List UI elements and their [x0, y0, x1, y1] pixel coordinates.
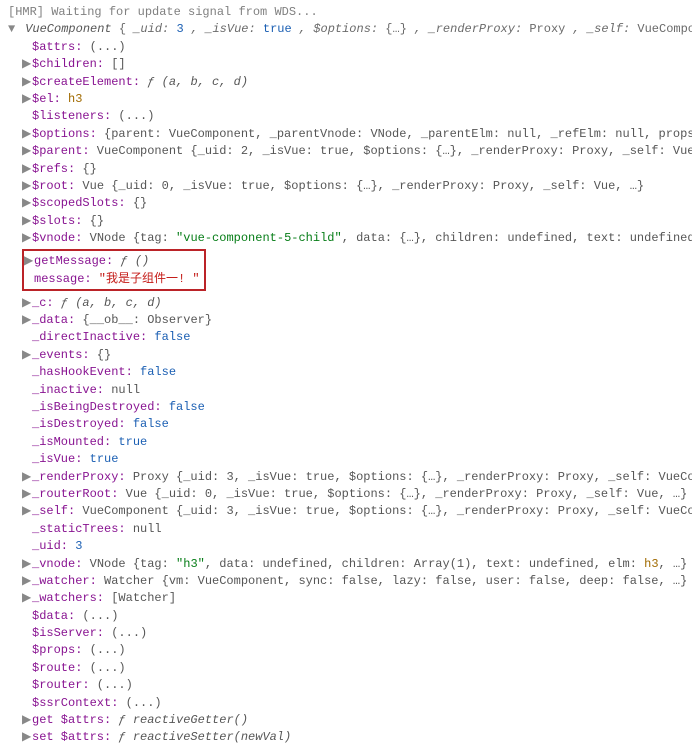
highlight-box: ▶getMessage: ƒ () message: "我是子组件一! ": [22, 249, 206, 291]
prop-routerroot[interactable]: ▶_routerRoot: Vue {_uid: 0, _isVue: true…: [22, 486, 692, 503]
prop-self[interactable]: ▶_self: VueComponent {_uid: 3, _isVue: t…: [22, 503, 692, 520]
root-object[interactable]: ▼ VueComponent { _uid: 3 , _isVue: true …: [8, 21, 692, 38]
prop-createelement[interactable]: ▶$createElement: ƒ (a, b, c, d): [22, 74, 692, 91]
chevron-right-icon[interactable]: ▶: [22, 312, 32, 329]
prop-sisserver[interactable]: $isServer: (...): [22, 625, 692, 642]
prop-get-attrs[interactable]: ▶get $attrs: ƒ reactiveGetter(): [22, 712, 692, 729]
prop-parent[interactable]: ▶$parent: VueComponent {_uid: 2, _isVue:…: [22, 143, 692, 160]
prop-listeners[interactable]: $listeners: (...): [22, 108, 692, 125]
prop-isbeingdestroyed[interactable]: _isBeingDestroyed: false: [22, 399, 692, 416]
prop-c[interactable]: ▶_c: ƒ (a, b, c, d): [22, 295, 692, 312]
prop-sroute[interactable]: $route: (...): [22, 660, 692, 677]
chevron-right-icon[interactable]: ▶: [22, 590, 32, 607]
prop-inactive[interactable]: _inactive: null: [22, 382, 692, 399]
chevron-right-icon[interactable]: ▶: [22, 712, 32, 729]
chevron-right-icon[interactable]: ▶: [22, 230, 32, 247]
chevron-right-icon[interactable]: ▶: [22, 56, 32, 73]
chevron-right-icon[interactable]: ▶: [22, 503, 32, 520]
chevron-right-icon[interactable]: ▶: [22, 295, 32, 312]
prop-sdata[interactable]: $data: (...): [22, 608, 692, 625]
prop-refs[interactable]: ▶$refs: {}: [22, 161, 692, 178]
prop-watchers[interactable]: ▶_watchers: [Watcher]: [22, 590, 692, 607]
prop-hashookevent[interactable]: _hasHookEvent: false: [22, 364, 692, 381]
prop-srouter[interactable]: $router: (...): [22, 677, 692, 694]
chevron-right-icon[interactable]: ▶: [22, 556, 32, 573]
prop-renderproxy[interactable]: ▶_renderProxy: Proxy {_uid: 3, _isVue: t…: [22, 469, 692, 486]
chevron-right-icon[interactable]: ▶: [22, 347, 32, 364]
prop-data[interactable]: ▶_data: {__ob__: Observer}: [22, 312, 692, 329]
prop-getmessage[interactable]: ▶getMessage: ƒ (): [24, 253, 200, 270]
prop-message[interactable]: message: "我是子组件一! ": [24, 271, 200, 288]
prop-isvue[interactable]: _isVue: true: [22, 451, 692, 468]
prop-vnode[interactable]: ▶$vnode: VNode {tag: "vue-component-5-ch…: [22, 230, 692, 247]
prop-attrs[interactable]: $attrs: (...): [22, 39, 692, 56]
prop-sssrcontext[interactable]: $ssrContext: (...): [22, 695, 692, 712]
hmr-line: [HMR] Waiting for update signal from WDS…: [8, 4, 692, 21]
prop-statictrees[interactable]: _staticTrees: null: [22, 521, 692, 538]
chevron-right-icon[interactable]: ▶: [22, 178, 32, 195]
prop-children[interactable]: ▶$children: []: [22, 56, 692, 73]
prop-directinactive[interactable]: _directInactive: false: [22, 329, 692, 346]
prop-isdestroyed[interactable]: _isDestroyed: false: [22, 416, 692, 433]
prop-set-attrs[interactable]: ▶set $attrs: ƒ reactiveSetter(newVal): [22, 729, 692, 746]
chevron-right-icon[interactable]: ▶: [22, 195, 32, 212]
prop-slots[interactable]: ▶$slots: {}: [22, 213, 692, 230]
obj-brace: {: [119, 22, 126, 36]
console-output: [HMR] Waiting for update signal from WDS…: [0, 0, 700, 750]
chevron-right-icon[interactable]: ▶: [24, 253, 34, 270]
prop-scopedslots[interactable]: ▶$scopedSlots: {}: [22, 195, 692, 212]
prop-watcher[interactable]: ▶_watcher: Watcher {vm: VueComponent, sy…: [22, 573, 692, 590]
prop-el[interactable]: ▶$el: h3: [22, 91, 692, 108]
prop-root[interactable]: ▶$root: Vue {_uid: 0, _isVue: true, $opt…: [22, 178, 692, 195]
prop-options[interactable]: ▶$options: {parent: VueComponent, _paren…: [22, 126, 692, 143]
chevron-right-icon[interactable]: ▶: [22, 126, 32, 143]
prop-events[interactable]: ▶_events: {}: [22, 347, 692, 364]
prop-sprops[interactable]: $props: (...): [22, 642, 692, 659]
chevron-right-icon[interactable]: ▶: [22, 74, 32, 91]
hmr-text: [HMR] Waiting for update signal from WDS…: [8, 5, 318, 19]
prop-vnode2[interactable]: ▶_vnode: VNode {tag: "h3", data: undefin…: [22, 556, 692, 573]
chevron-right-icon[interactable]: ▶: [22, 91, 32, 108]
chevron-right-icon[interactable]: ▶: [22, 161, 32, 178]
prop-ismounted[interactable]: _isMounted: true: [22, 434, 692, 451]
chevron-right-icon[interactable]: ▶: [22, 486, 32, 503]
prop-uid[interactable]: _uid: 3: [22, 538, 692, 555]
chevron-right-icon[interactable]: ▶: [22, 213, 32, 230]
chevron-down-icon[interactable]: ▼: [8, 21, 18, 38]
chevron-right-icon[interactable]: ▶: [22, 469, 32, 486]
object-type: VueComponent: [25, 22, 111, 36]
chevron-right-icon[interactable]: ▶: [22, 573, 32, 590]
chevron-right-icon[interactable]: ▶: [22, 729, 32, 746]
chevron-right-icon[interactable]: ▶: [22, 143, 32, 160]
